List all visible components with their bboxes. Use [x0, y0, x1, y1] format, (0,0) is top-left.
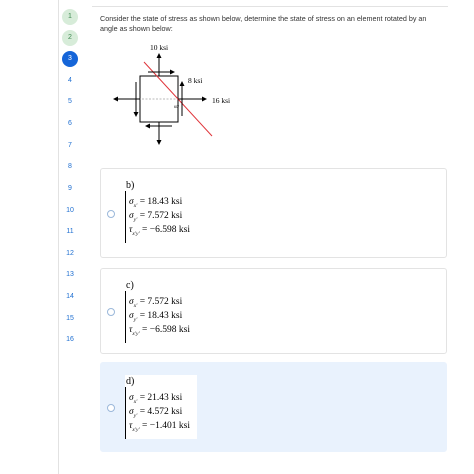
option-label: d): [126, 376, 135, 387]
equation-value: = 7.572 ksi: [137, 297, 183, 307]
sigma-x-equation: σx' = 21.43 ksi: [129, 393, 182, 405]
equation-value: = 4.572 ksi: [137, 407, 183, 417]
answer-image: c) σx' = 7.572 ksi σy' = 18.43 ksi τx'y' = …: [125, 279, 195, 343]
equation-value: = −1.401 ksi: [139, 421, 190, 431]
top-stress-label: 10 ksi: [150, 43, 168, 52]
option-bracket: [125, 387, 126, 439]
tau-xy-equation: τx'y' = −6.598 ksi: [129, 225, 190, 237]
question-nav-item-1[interactable]: 1: [62, 9, 78, 25]
sigma-y-equation: σy' = 4.572 ksi: [129, 407, 182, 419]
content-top-divider: [92, 6, 448, 7]
question-nav-item-3[interactable]: 3: [62, 51, 78, 67]
equation-subscript: x'y': [132, 426, 140, 433]
radio-button[interactable]: [107, 210, 115, 218]
radio-button[interactable]: [107, 308, 115, 316]
radio-button[interactable]: [107, 404, 115, 412]
question-text: Consider the state of stress as shown be…: [100, 14, 427, 33]
question-nav-item-6[interactable]: 6: [62, 116, 78, 132]
question-nav-item-5[interactable]: 5: [62, 94, 78, 110]
option-bracket: [125, 191, 126, 243]
equation-value: = 7.572 ksi: [137, 211, 183, 221]
equation-value: = −6.598 ksi: [139, 325, 190, 335]
question-nav-item-7[interactable]: 7: [62, 138, 78, 154]
question-nav-item-14[interactable]: 14: [62, 289, 78, 305]
stress-element-diagram: 10 ksi 8 ksi 16 ksi 60°: [113, 43, 230, 145]
sidebar-divider: [58, 0, 59, 474]
equation-value: = 21.43 ksi: [137, 393, 183, 403]
tau-xy-equation: τx'y' = −6.598 ksi: [129, 325, 190, 337]
question-nav-item-15[interactable]: 15: [62, 311, 78, 327]
question-nav-item-2[interactable]: 2: [62, 30, 78, 46]
equation-value: = −6.598 ksi: [139, 225, 190, 235]
sigma-y-equation: σy' = 7.572 ksi: [129, 211, 182, 223]
question-nav-item-12[interactable]: 12: [62, 246, 78, 262]
sigma-y-equation: σy' = 18.43 ksi: [129, 311, 182, 323]
right-stress-label: 16 ksi: [212, 96, 230, 105]
answer-image: d) σx' = 21.43 ksi σy' = 4.572 ksi τx'y' = …: [125, 375, 197, 439]
question-nav-item-9[interactable]: 9: [62, 181, 78, 197]
equation-subscript: x'y': [132, 230, 140, 237]
question-nav-item-4[interactable]: 4: [62, 73, 78, 89]
answer-option-1[interactable]: b) σx' = 18.43 ksi σy' = 7.572 ksi τx'y' = …: [100, 168, 447, 258]
option-label: c): [126, 280, 134, 291]
equation-value: = 18.43 ksi: [137, 197, 183, 207]
sigma-x-equation: σx' = 7.572 ksi: [129, 297, 182, 309]
question-nav-item-16[interactable]: 16: [62, 332, 78, 348]
equation-subscript: x'y': [132, 330, 140, 337]
question-nav-item-10[interactable]: 10: [62, 203, 78, 219]
question-nav-item-13[interactable]: 13: [62, 267, 78, 283]
answer-option-3[interactable]: d) σx' = 21.43 ksi σy' = 4.572 ksi τx'y' = …: [100, 362, 447, 452]
question-nav-item-8[interactable]: 8: [62, 159, 78, 175]
option-bracket: [125, 291, 126, 343]
tau-xy-equation: τx'y' = −1.401 ksi: [129, 421, 190, 433]
answer-image: b) σx' = 18.43 ksi σy' = 7.572 ksi τx'y' = …: [125, 179, 197, 243]
equation-value: = 18.43 ksi: [137, 311, 183, 321]
shear-stress-label: 8 ksi: [188, 76, 202, 85]
question-nav-item-11[interactable]: 11: [62, 224, 78, 240]
option-label: b): [126, 180, 135, 191]
angle-label: 60°: [174, 105, 180, 109]
answer-option-2[interactable]: c) σx' = 7.572 ksi σy' = 18.43 ksi τx'y' = …: [100, 268, 447, 354]
sigma-x-equation: σx' = 18.43 ksi: [129, 197, 182, 209]
